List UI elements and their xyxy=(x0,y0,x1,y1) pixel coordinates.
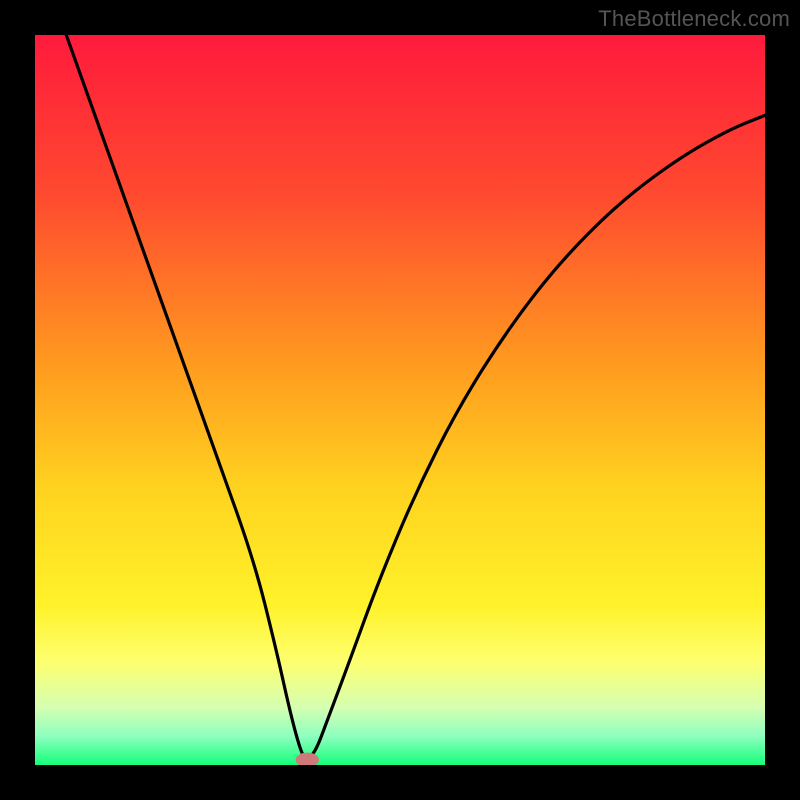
chart-frame: TheBottleneck.com xyxy=(0,0,800,800)
plot-area xyxy=(35,35,765,765)
gradient-background xyxy=(35,35,765,765)
bottleneck-chart xyxy=(35,35,765,765)
watermark-text: TheBottleneck.com xyxy=(598,6,790,32)
